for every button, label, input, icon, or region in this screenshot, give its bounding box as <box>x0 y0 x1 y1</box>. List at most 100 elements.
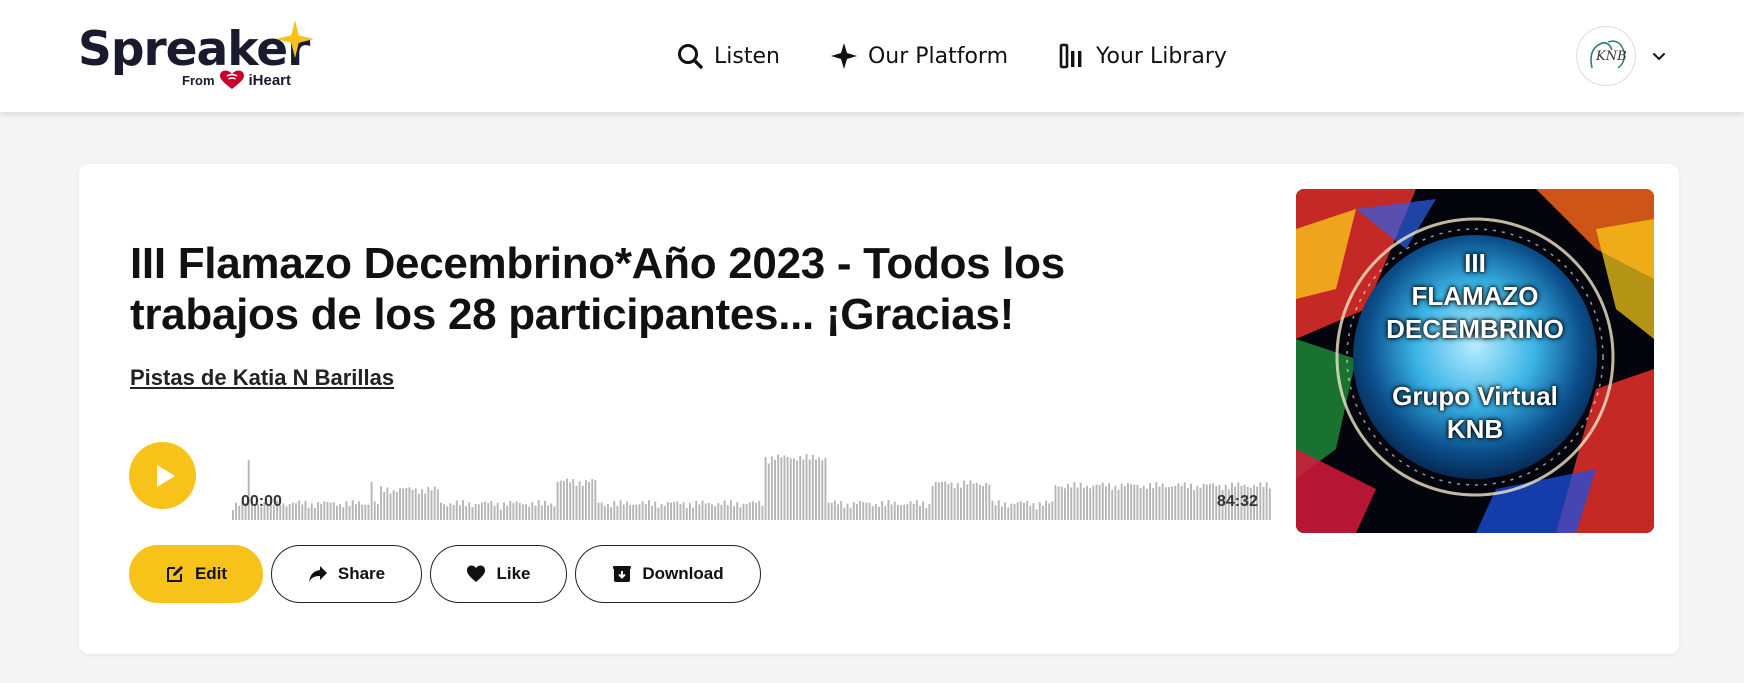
waveform-bar <box>985 483 988 520</box>
waveform-bar <box>698 504 701 520</box>
spreaker-logo[interactable]: Spreaker From iHeart <box>78 20 318 92</box>
waveform-bar <box>474 503 477 520</box>
waveform-bar <box>414 488 417 520</box>
waveform-bar <box>1161 483 1164 520</box>
user-menu[interactable]: KNB <box>1576 26 1666 86</box>
waveform-bar <box>597 502 600 520</box>
waveform-bar <box>991 500 994 520</box>
waveform-bar <box>342 507 345 520</box>
waveform-bar <box>1051 501 1054 520</box>
waveform-bar <box>1183 482 1186 520</box>
waveform-bar <box>1168 487 1170 520</box>
waveform-bar <box>1073 482 1076 520</box>
waveform-bar <box>896 505 899 520</box>
waveform-bar <box>550 503 553 520</box>
waveform-bar <box>1114 485 1117 520</box>
download-button[interactable]: Download <box>575 545 761 603</box>
waveform-bar <box>521 504 524 520</box>
waveform-bar <box>329 502 332 520</box>
waveform-bar <box>840 501 843 520</box>
waveform-bar <box>792 458 795 520</box>
waveform-bar <box>629 504 631 520</box>
waveform-bar <box>465 506 468 520</box>
waveform-bar <box>462 500 464 520</box>
waveform-bar <box>651 505 654 520</box>
waveform-bar <box>1180 485 1183 520</box>
waveform-bar <box>878 506 880 520</box>
waveform-bar <box>1111 489 1114 520</box>
waveform-bar <box>745 504 748 520</box>
waveform-bar <box>247 460 250 520</box>
waveform-bar <box>915 500 918 520</box>
waveform-bar <box>610 507 613 520</box>
waveform-bar <box>1076 487 1079 520</box>
cover-line-1: III <box>1464 248 1486 278</box>
waveform-bar <box>358 501 360 520</box>
waveform-bar <box>607 504 609 520</box>
waveform-bar <box>553 506 556 520</box>
waveform-bar <box>332 502 335 520</box>
waveform-bar <box>903 504 906 520</box>
iheart-icon <box>219 70 244 89</box>
waveform-bar <box>1000 506 1003 520</box>
waveform-bar <box>591 479 594 520</box>
waveform-bar <box>1086 485 1088 520</box>
waveform-bar <box>673 501 676 520</box>
waveform-bar <box>449 503 452 520</box>
author-link[interactable]: Pistas de Katia N Barillas <box>130 365 394 391</box>
nav-our-platform[interactable]: Our Platform <box>830 36 1008 76</box>
logo-subline: From iHeart <box>182 70 291 90</box>
waveform-bar <box>405 487 408 520</box>
waveform-bar <box>1095 484 1098 520</box>
waveform-bar <box>755 502 758 520</box>
waveform-bar <box>1133 484 1136 520</box>
waveform-bar <box>556 481 559 520</box>
edit-button[interactable]: Edit <box>129 545 263 603</box>
cover-line-5: KNB <box>1446 414 1504 444</box>
share-button[interactable]: Share <box>271 545 422 603</box>
waveform-bar <box>572 479 575 520</box>
nav-your-library[interactable]: Your Library <box>1058 36 1227 76</box>
waveform-bar <box>1007 507 1010 520</box>
waveform-bar <box>484 501 487 520</box>
waveform-bar <box>376 504 379 520</box>
waveform-bar <box>619 500 622 520</box>
waveform-bar <box>1023 502 1025 520</box>
waveform-scrubber[interactable] <box>232 432 1272 520</box>
waveform-bar <box>452 504 455 520</box>
waveform-bar <box>663 505 666 520</box>
waveform-bar <box>235 502 238 520</box>
waveform-bar <box>594 480 597 520</box>
waveform-bar <box>1089 488 1092 520</box>
waveform-bar <box>1101 482 1104 520</box>
play-button[interactable] <box>129 442 196 509</box>
waveform-bar <box>487 503 490 520</box>
waveform-bar <box>1064 488 1066 520</box>
waveform-bar <box>717 503 720 520</box>
waveform-bar <box>799 455 802 520</box>
waveform-bar <box>471 507 474 520</box>
waveform-bar <box>922 501 925 520</box>
waveform-bar <box>1057 486 1060 520</box>
waveform-bar <box>1145 488 1148 520</box>
waveform-bar <box>789 458 792 520</box>
waveform-bar <box>326 502 329 520</box>
waveform-bar <box>313 507 316 520</box>
waveform-bar <box>515 501 518 520</box>
waveform-bar <box>912 503 915 520</box>
waveform-bar <box>613 501 616 520</box>
waveform-bar <box>852 501 855 520</box>
waveform-bar <box>963 480 966 520</box>
waveform-bar <box>859 501 862 520</box>
nav-listen[interactable]: Listen <box>676 36 780 76</box>
waveform-bar <box>657 507 660 520</box>
waveform-bar <box>704 503 707 520</box>
star-icon <box>276 20 314 58</box>
waveform-bar <box>298 500 301 520</box>
waveform-bar <box>238 505 241 520</box>
waveform-bar <box>644 504 647 520</box>
waveform-bar <box>997 500 1000 520</box>
waveform-bar <box>783 455 786 520</box>
cover-line-3: DECEMBRINO <box>1386 314 1564 344</box>
like-button[interactable]: Like <box>430 545 567 603</box>
